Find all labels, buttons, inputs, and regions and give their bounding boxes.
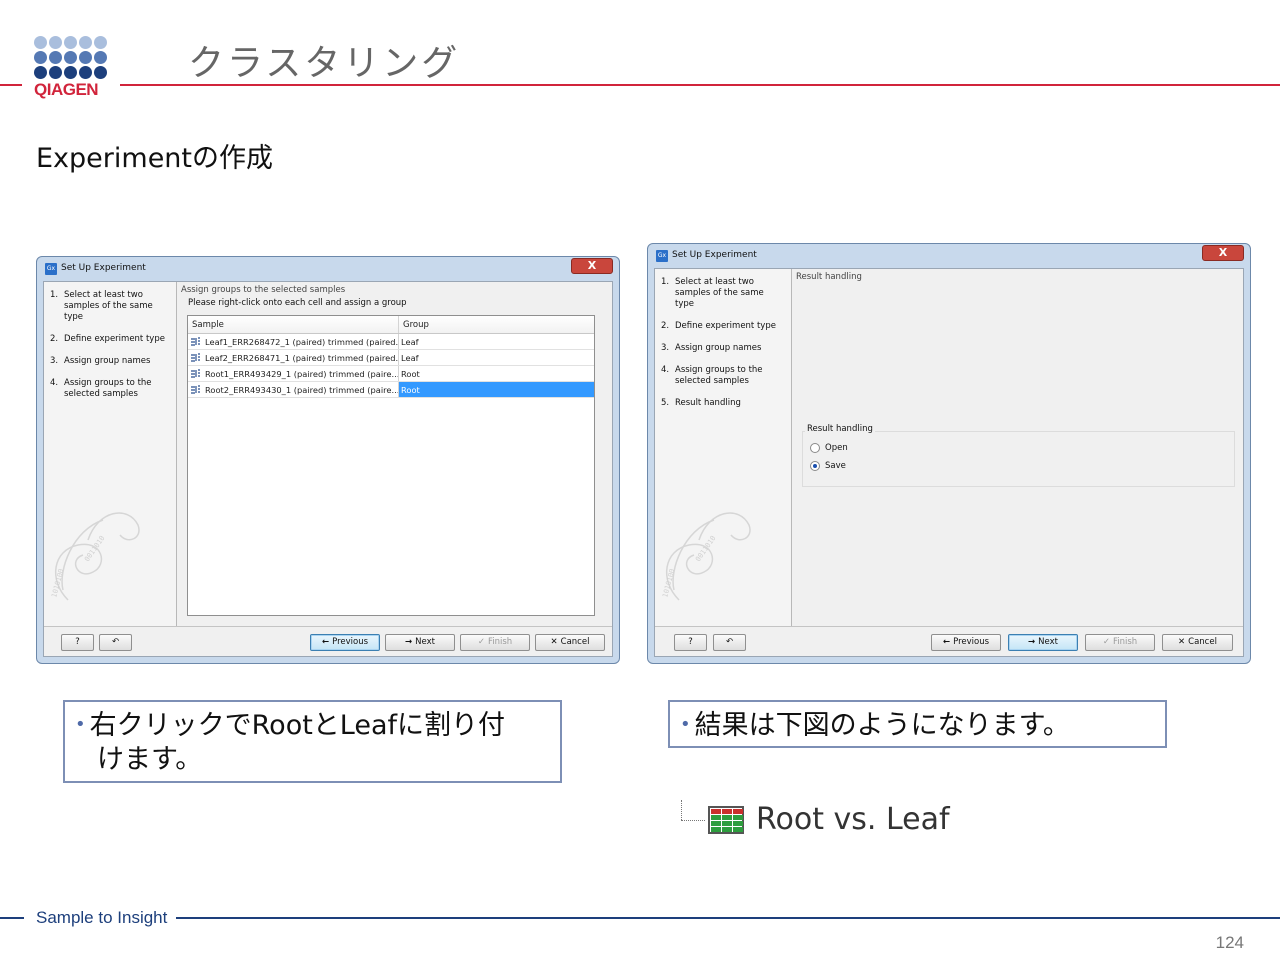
svg-text:0011010: 0011010 (694, 534, 717, 563)
callout-line: • 右クリックでRootとLeafに割り付 (75, 710, 506, 741)
sample-cell[interactable]: Root1_ERR493429_1 (paired) trimmed (pair… (188, 366, 399, 381)
callout-right: • 結果は下図のようになります。 (668, 700, 1167, 748)
slide-title: クラスタリング (188, 43, 461, 84)
tree-connector (681, 800, 682, 820)
wizard-step: 5. Result handling (661, 398, 741, 408)
table-row[interactable]: Leaf1_ERR268472_1 (paired) trimmed (pair… (188, 334, 594, 350)
page-number: 124 (1215, 933, 1244, 952)
dialog-body: 1. Select at least two samples of the sam… (654, 268, 1244, 657)
header-rule-left (0, 84, 22, 86)
wizard-step: 4. Assign groups to the selected samples (661, 365, 763, 386)
previous-button[interactable]: ← Previous (931, 634, 1001, 651)
instruction-text: Please right-click onto each cell and as… (188, 298, 407, 308)
group-cell[interactable]: Leaf (399, 334, 594, 349)
callout-left: • 右クリックでRootとLeafに割り付 けます。 (63, 700, 562, 783)
cancel-button[interactable]: ✕ Cancel (1162, 634, 1233, 651)
radio-open[interactable]: Open (810, 443, 848, 453)
wizard-step: 3. Assign group names (50, 356, 151, 366)
wizard-content: Result handling Result handling Open Sav… (792, 269, 1243, 626)
setup-experiment-dialog-left: Gx Set Up Experiment X 1. Select at least… (36, 256, 620, 664)
navigation-tree-item[interactable]: Root vs. Leaf (678, 798, 968, 838)
wizard-step: 1. Select at least two samples of the sam… (50, 290, 153, 322)
group-cell[interactable]: Leaf (399, 350, 594, 365)
group-label: Result handling (805, 424, 875, 434)
sequence-list-icon (191, 385, 200, 394)
logo-text: QIAGEN (34, 80, 99, 99)
setup-experiment-dialog-right: Gx Set Up Experiment X 1. Select at least… (647, 243, 1251, 664)
slide-subtitle: Experimentの作成 (36, 143, 274, 174)
dialog-title: Set Up Experiment (672, 250, 757, 260)
close-icon: ✕ (550, 637, 558, 647)
next-button[interactable]: → Next (1008, 634, 1078, 651)
dialog-titlebar: Gx Set Up Experiment X (654, 244, 1244, 268)
table-row-selected[interactable]: Root2_ERR493430_1 (paired) trimmed (pair… (188, 382, 594, 398)
column-header-sample[interactable]: Sample (188, 316, 399, 333)
checkmark-icon: ✓ (1102, 637, 1110, 647)
cancel-button[interactable]: ✕ Cancel (535, 634, 605, 651)
svg-text:0011010: 0011010 (83, 534, 106, 563)
app-icon: Gx (656, 250, 668, 262)
table-row[interactable]: Leaf2_ERR268471_1 (paired) trimmed (pair… (188, 350, 594, 366)
close-button[interactable]: X (1202, 245, 1244, 261)
wizard-step: 2. Define experiment type (661, 321, 776, 331)
sequence-list-icon (191, 369, 200, 378)
help-button[interactable]: ? (61, 634, 94, 651)
sequence-list-icon (191, 353, 200, 362)
group-cell[interactable]: Root (399, 366, 594, 381)
close-icon: ✕ (1178, 637, 1186, 647)
footer-tagline: Sample to Insight (36, 908, 168, 927)
dialog-title: Set Up Experiment (61, 263, 146, 273)
wizard-steps: 1. Select at least two samples of the sam… (44, 282, 177, 626)
dialog-titlebar: Gx Set Up Experiment X (43, 257, 613, 281)
sample-cell[interactable]: Leaf2_ERR268471_1 (paired) trimmed (pair… (188, 350, 399, 365)
app-icon: Gx (45, 263, 57, 275)
radio-save[interactable]: Save (810, 461, 846, 471)
radio-selected-icon (810, 461, 820, 471)
arrow-left-icon: ← (321, 637, 330, 647)
sample-cell[interactable]: Leaf1_ERR268472_1 (paired) trimmed (pair… (188, 334, 399, 349)
finish-button[interactable]: ✓ Finish (1085, 634, 1155, 651)
decorative-swirl-icon: 0011010 1010100 (661, 512, 751, 601)
finish-button[interactable]: ✓ Finish (460, 634, 530, 651)
qiagen-logo: QIAGEN (34, 36, 114, 100)
wizard-steps: 1. Select at least two samples of the sam… (655, 269, 792, 626)
dialog-footer: ? ↶ ← Previous → Next ✓ Finish ✕ Cancel (44, 626, 612, 656)
arrow-left-icon: ← (942, 637, 951, 647)
reset-button[interactable]: ↶ (99, 634, 132, 651)
group-assignment-table[interactable]: Sample Group Leaf1_ERR268472_1 (paired) … (187, 315, 595, 616)
sample-cell[interactable]: Root2_ERR493430_1 (paired) trimmed (pair… (188, 382, 399, 397)
arrow-right-icon: → (1028, 637, 1036, 647)
checkmark-icon: ✓ (477, 637, 485, 647)
arrow-right-icon: → (405, 637, 413, 647)
wizard-step: 2. Define experiment type (50, 334, 165, 344)
next-button[interactable]: → Next (385, 634, 455, 651)
reset-button[interactable]: ↶ (713, 634, 746, 651)
logo-dots (34, 36, 114, 79)
radio-circle-icon (810, 443, 820, 453)
wizard-step: 1. Select at least two samples of the sam… (661, 277, 764, 309)
tree-item-label[interactable]: Root vs. Leaf (756, 802, 950, 837)
decorative-swirl-icon: 0011010 1010100 (50, 512, 140, 601)
sequence-list-icon (191, 337, 200, 346)
close-button[interactable]: X (571, 258, 613, 274)
wizard-step: 3. Assign group names (661, 343, 762, 353)
content-title: Result handling (796, 272, 862, 282)
wizard-step: 4. Assign groups to the selected samples (50, 378, 152, 399)
footer-rule-left (0, 917, 24, 919)
tree-connector (681, 820, 705, 821)
table-row[interactable]: Root1_ERR493429_1 (paired) trimmed (pair… (188, 366, 594, 382)
dialog-footer: ? ↶ ← Previous → Next ✓ Finish ✕ Cancel (655, 626, 1243, 656)
help-button[interactable]: ? (674, 634, 707, 651)
callout-line: けます。 (97, 744, 203, 775)
result-handling-group: Result handling Open Save (802, 424, 1235, 487)
dialog-body: 1. Select at least two samples of the sam… (43, 281, 613, 657)
content-title: Assign groups to the selected samples (181, 285, 346, 295)
table-header: Sample Group (188, 316, 594, 334)
wizard-content: Assign groups to the selected samples Pl… (177, 282, 612, 626)
table-icon (708, 806, 744, 834)
column-header-group[interactable]: Group (399, 316, 594, 333)
footer-rule (176, 917, 1280, 919)
previous-button[interactable]: ← Previous (310, 634, 380, 651)
group-cell[interactable]: Root (399, 382, 594, 397)
